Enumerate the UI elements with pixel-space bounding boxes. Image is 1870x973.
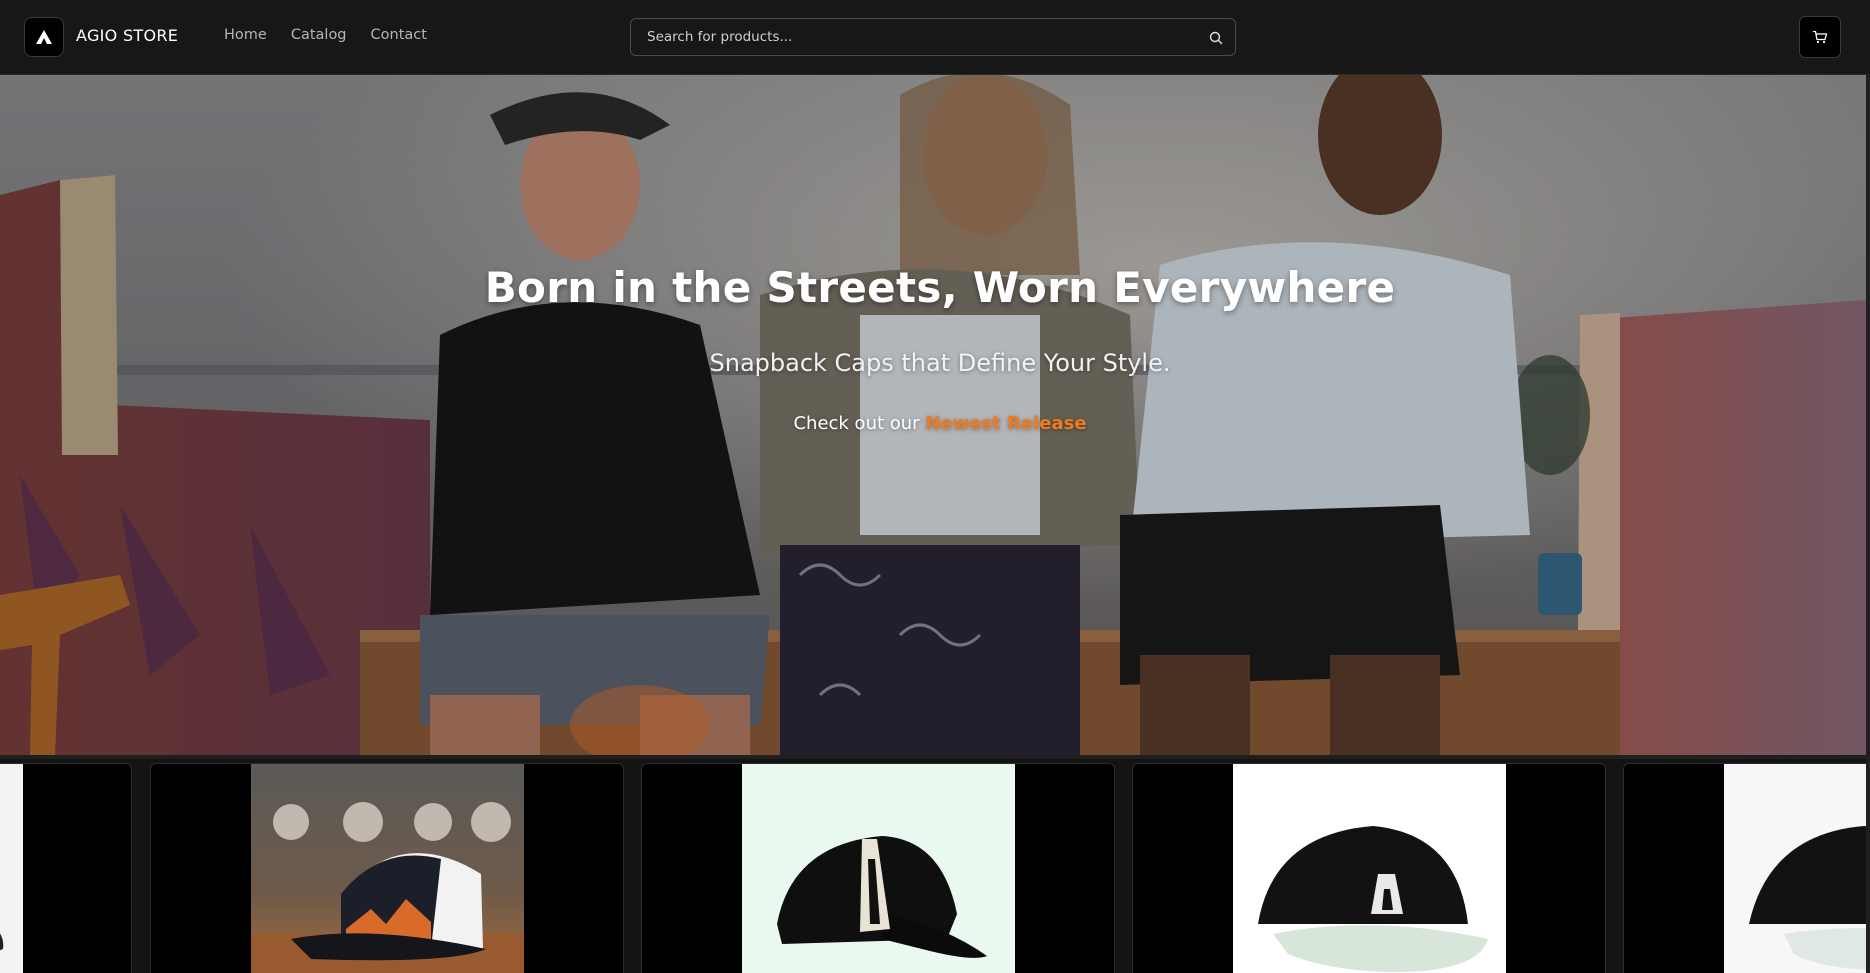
product-image <box>1724 764 1866 973</box>
cap-image <box>777 836 987 958</box>
hero-subtitle: Snapback Caps that Define Your Style. <box>709 349 1171 377</box>
product-card[interactable] <box>641 763 1115 973</box>
cta-prefix: Check out our <box>793 413 926 434</box>
product-image <box>251 764 524 973</box>
page-scrollbar[interactable] <box>1866 75 1870 973</box>
brand-name[interactable]: AGIO STORE <box>76 26 178 45</box>
product-card[interactable] <box>150 763 624 973</box>
product-card[interactable] <box>0 763 132 973</box>
search-input[interactable] <box>631 19 1235 55</box>
product-image <box>742 764 1015 973</box>
top-navbar: AGIO STORE Home Catalog Contact <box>0 0 1870 75</box>
hero-banner: Born in the Streets, Worn Everywhere Sna… <box>0 75 1866 755</box>
cap-image <box>1258 826 1488 973</box>
cap-image <box>1749 826 1866 970</box>
product-image <box>0 764 23 973</box>
logo[interactable] <box>24 17 64 57</box>
hero-cta: Check out our Newest Release <box>0 413 1866 434</box>
cart-button[interactable] <box>1799 16 1841 58</box>
product-card[interactable] <box>1132 763 1606 973</box>
nav-contact[interactable]: Contact <box>371 27 427 43</box>
nav-home[interactable]: Home <box>224 27 267 43</box>
search-bar <box>630 18 1236 56</box>
search-icon[interactable] <box>1208 30 1224 46</box>
hero-title: Born in the Streets, Worn Everywhere <box>484 263 1396 312</box>
main-nav: Home Catalog Contact <box>224 27 427 43</box>
cart-icon <box>1812 30 1828 44</box>
product-card[interactable] <box>1623 763 1866 973</box>
cap-image <box>0 933 4 951</box>
agio-logo-icon <box>36 30 52 44</box>
nav-catalog[interactable]: Catalog <box>291 27 347 43</box>
product-carousel <box>0 755 1866 973</box>
newest-release-link[interactable]: Newest Release <box>925 413 1086 434</box>
cap-image <box>251 764 524 973</box>
product-image <box>1233 764 1506 973</box>
